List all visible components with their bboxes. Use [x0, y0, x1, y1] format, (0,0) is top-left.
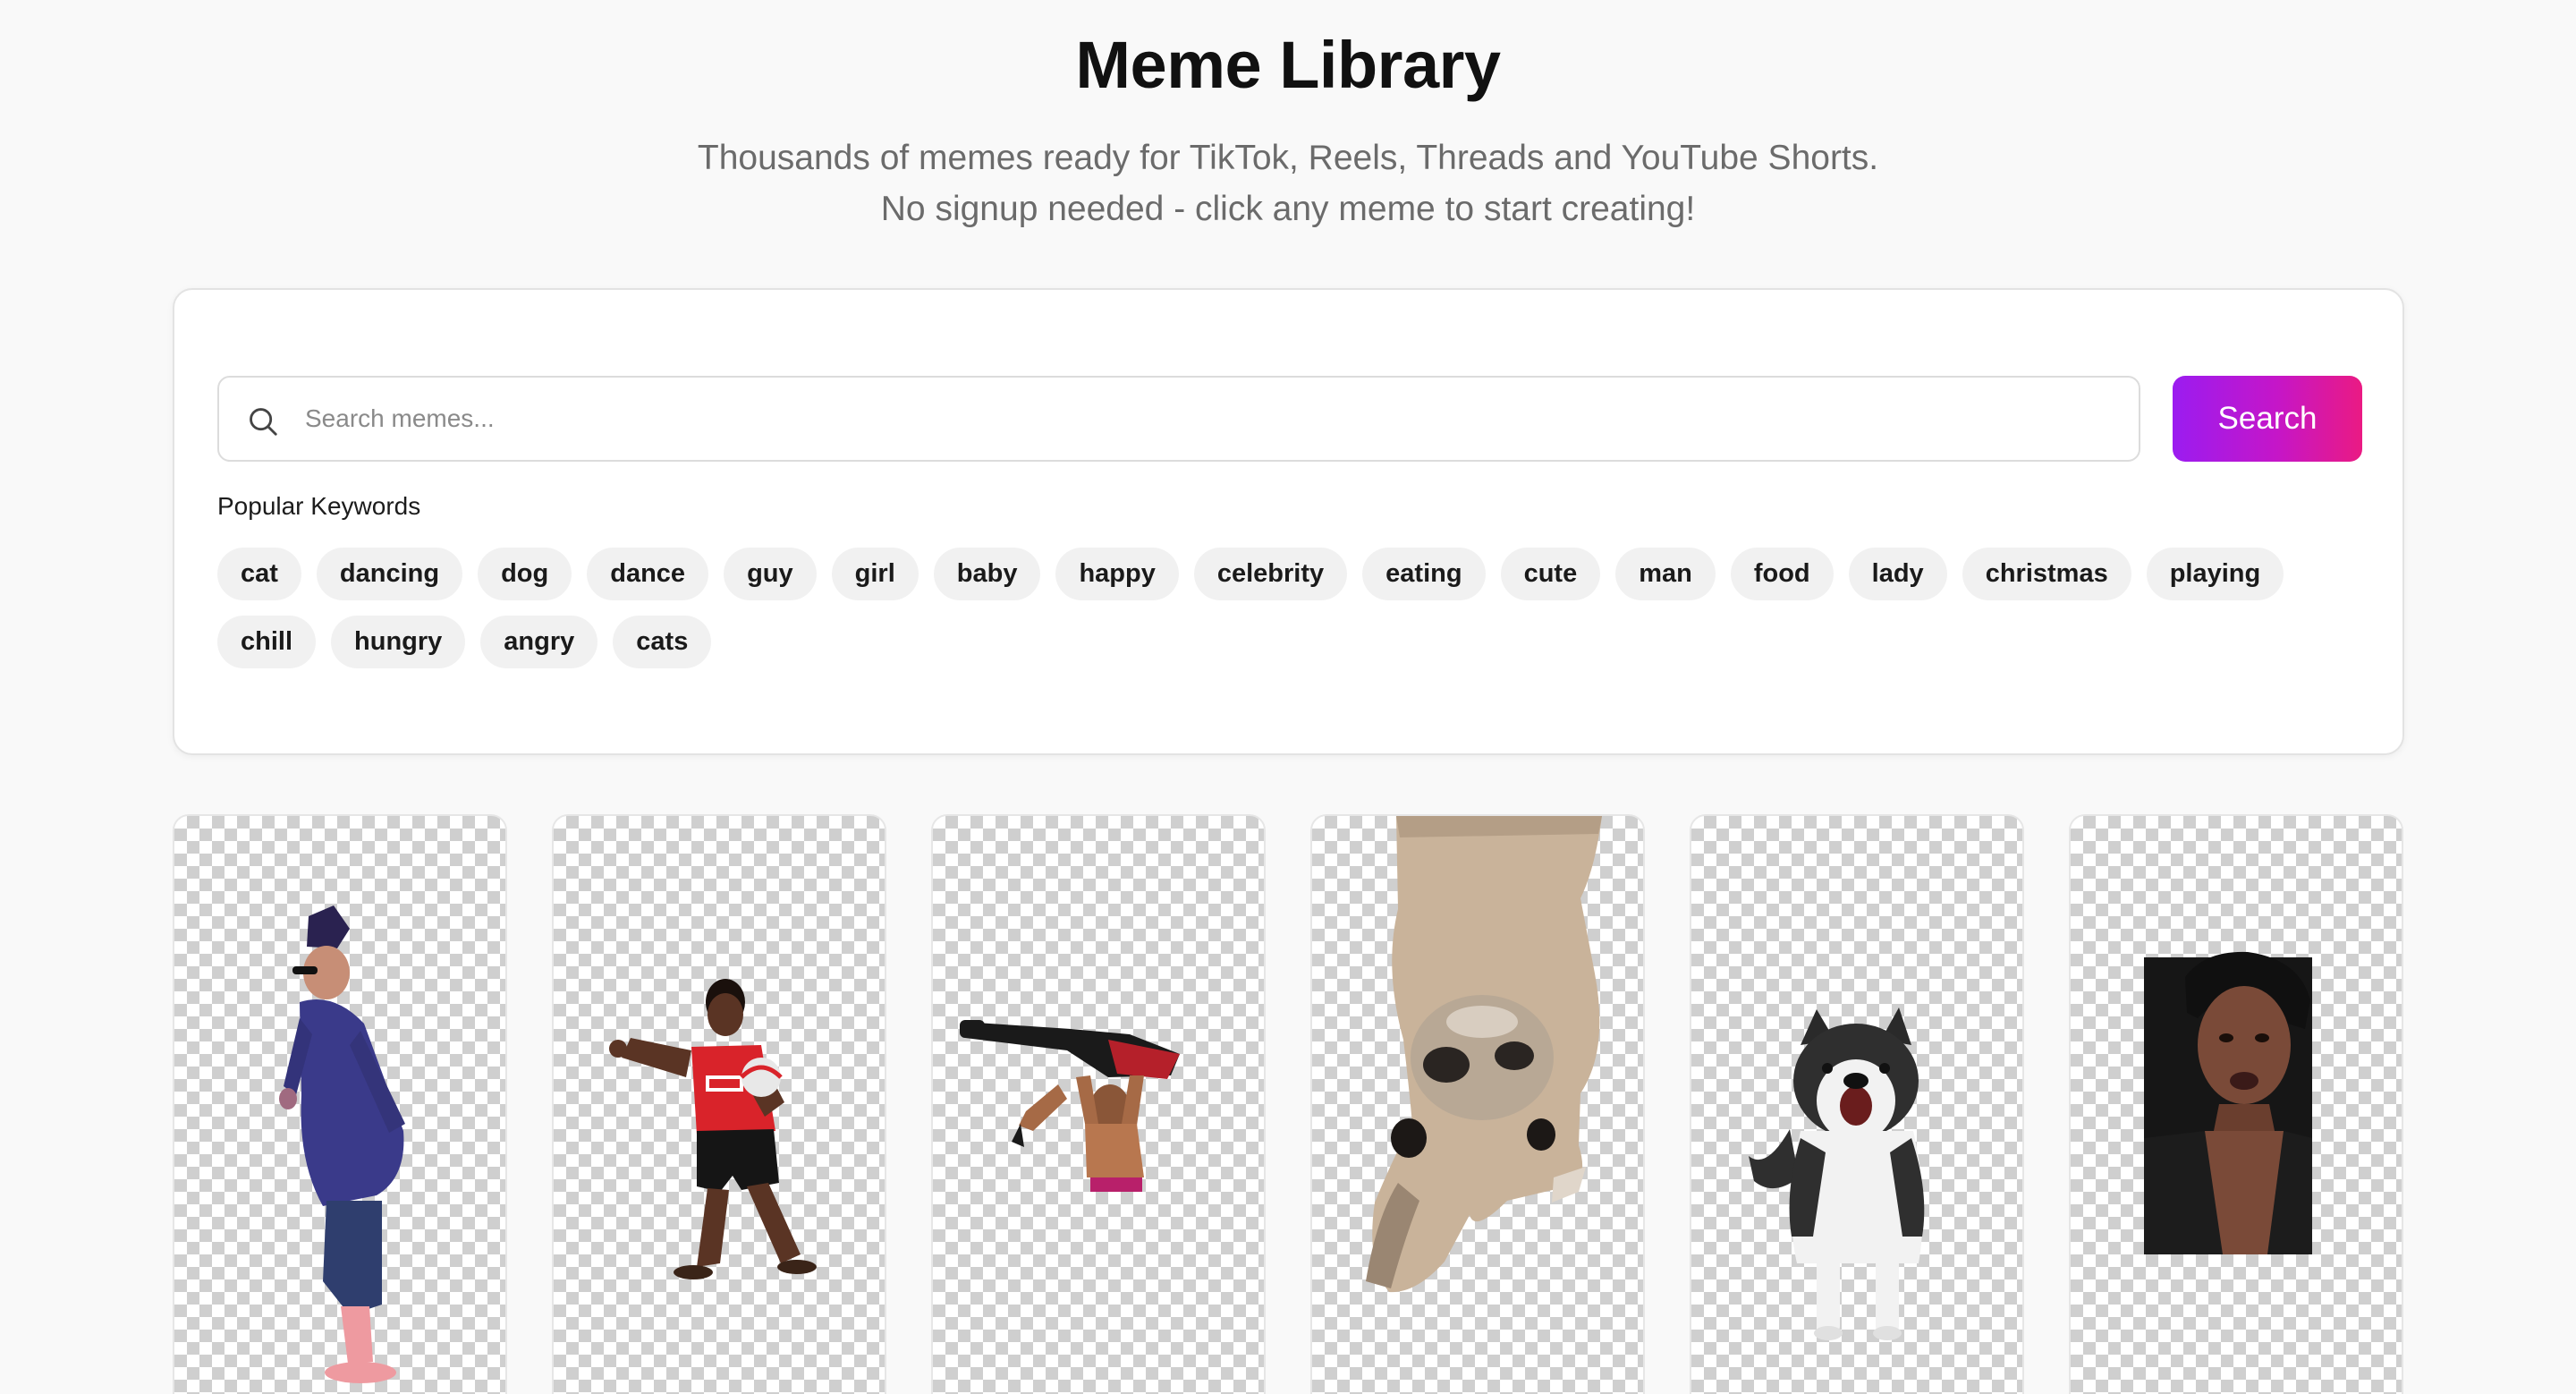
- search-button[interactable]: Search: [2173, 376, 2362, 462]
- keyword-chip-food[interactable]: food: [1730, 548, 1834, 600]
- wrestler-lift-image: [960, 1020, 1180, 1192]
- keyword-chip-baby[interactable]: baby: [933, 548, 1041, 600]
- meme-card-talking-woman[interactable]: [2069, 814, 2403, 1394]
- subtitle-line-1: Thousands of memes ready for TikTok, Ree…: [697, 139, 1879, 177]
- keyword-chip-playing[interactable]: playing: [2146, 548, 2284, 600]
- talking-woman-image: [2144, 951, 2312, 1254]
- meme-card-upside-down-llama[interactable]: [1310, 814, 1645, 1394]
- keyword-chip-man[interactable]: man: [1615, 548, 1716, 600]
- meme-card-dancing-kid[interactable]: [173, 814, 507, 1394]
- popular-keywords-label: Popular Keywords: [217, 492, 421, 520]
- husky-dog-image: [1749, 1007, 1925, 1340]
- keyword-chip-dance[interactable]: dance: [587, 548, 709, 600]
- keyword-chip-guy[interactable]: guy: [724, 548, 817, 600]
- meme-card-soccer-player[interactable]: [552, 814, 886, 1394]
- keyword-chip-dancing[interactable]: dancing: [316, 548, 463, 600]
- meme-library-page: Meme Library Thousands of memes ready fo…: [0, 0, 2576, 1394]
- page-subtitle: Thousands of memes ready for TikTok, Ree…: [0, 132, 2576, 234]
- page-title: Meme Library: [1075, 28, 1501, 102]
- keyword-chip-cute[interactable]: cute: [1500, 548, 1601, 600]
- search-panel: Search Popular Keywords cat dancing dog …: [173, 288, 2404, 755]
- keyword-chip-christmas[interactable]: christmas: [1962, 548, 2131, 600]
- keyword-chip-dog[interactable]: dog: [478, 548, 572, 600]
- meme-card-wrestler-lift[interactable]: [931, 814, 1266, 1394]
- keyword-chip-girl[interactable]: girl: [831, 548, 919, 600]
- soccer-player-image: [609, 979, 817, 1279]
- keyword-chips: cat dancing dog dance guy girl baby happ…: [217, 548, 2382, 668]
- keyword-chip-happy[interactable]: happy: [1055, 548, 1179, 600]
- keyword-chip-cat[interactable]: cat: [217, 548, 301, 600]
- meme-grid: [173, 814, 2404, 1394]
- keyword-chip-celebrity[interactable]: celebrity: [1193, 548, 1348, 600]
- keyword-chip-hungry[interactable]: hungry: [331, 616, 466, 668]
- keyword-chip-cats[interactable]: cats: [613, 616, 712, 668]
- keyword-chip-angry[interactable]: angry: [480, 616, 598, 668]
- keyword-chip-lady[interactable]: lady: [1848, 548, 1947, 600]
- search-icon: [250, 408, 277, 436]
- keyword-chip-eating[interactable]: eating: [1362, 548, 1486, 600]
- upside-down-llama-image: [1366, 816, 1602, 1293]
- keyword-chip-chill[interactable]: chill: [217, 616, 317, 668]
- subtitle-line-2: No signup needed - click any meme to sta…: [880, 190, 1696, 228]
- search-input[interactable]: [305, 378, 2130, 460]
- dancing-kid-image: [279, 905, 405, 1383]
- search-box[interactable]: [217, 376, 2140, 462]
- meme-card-husky-dog[interactable]: [1690, 814, 2024, 1394]
